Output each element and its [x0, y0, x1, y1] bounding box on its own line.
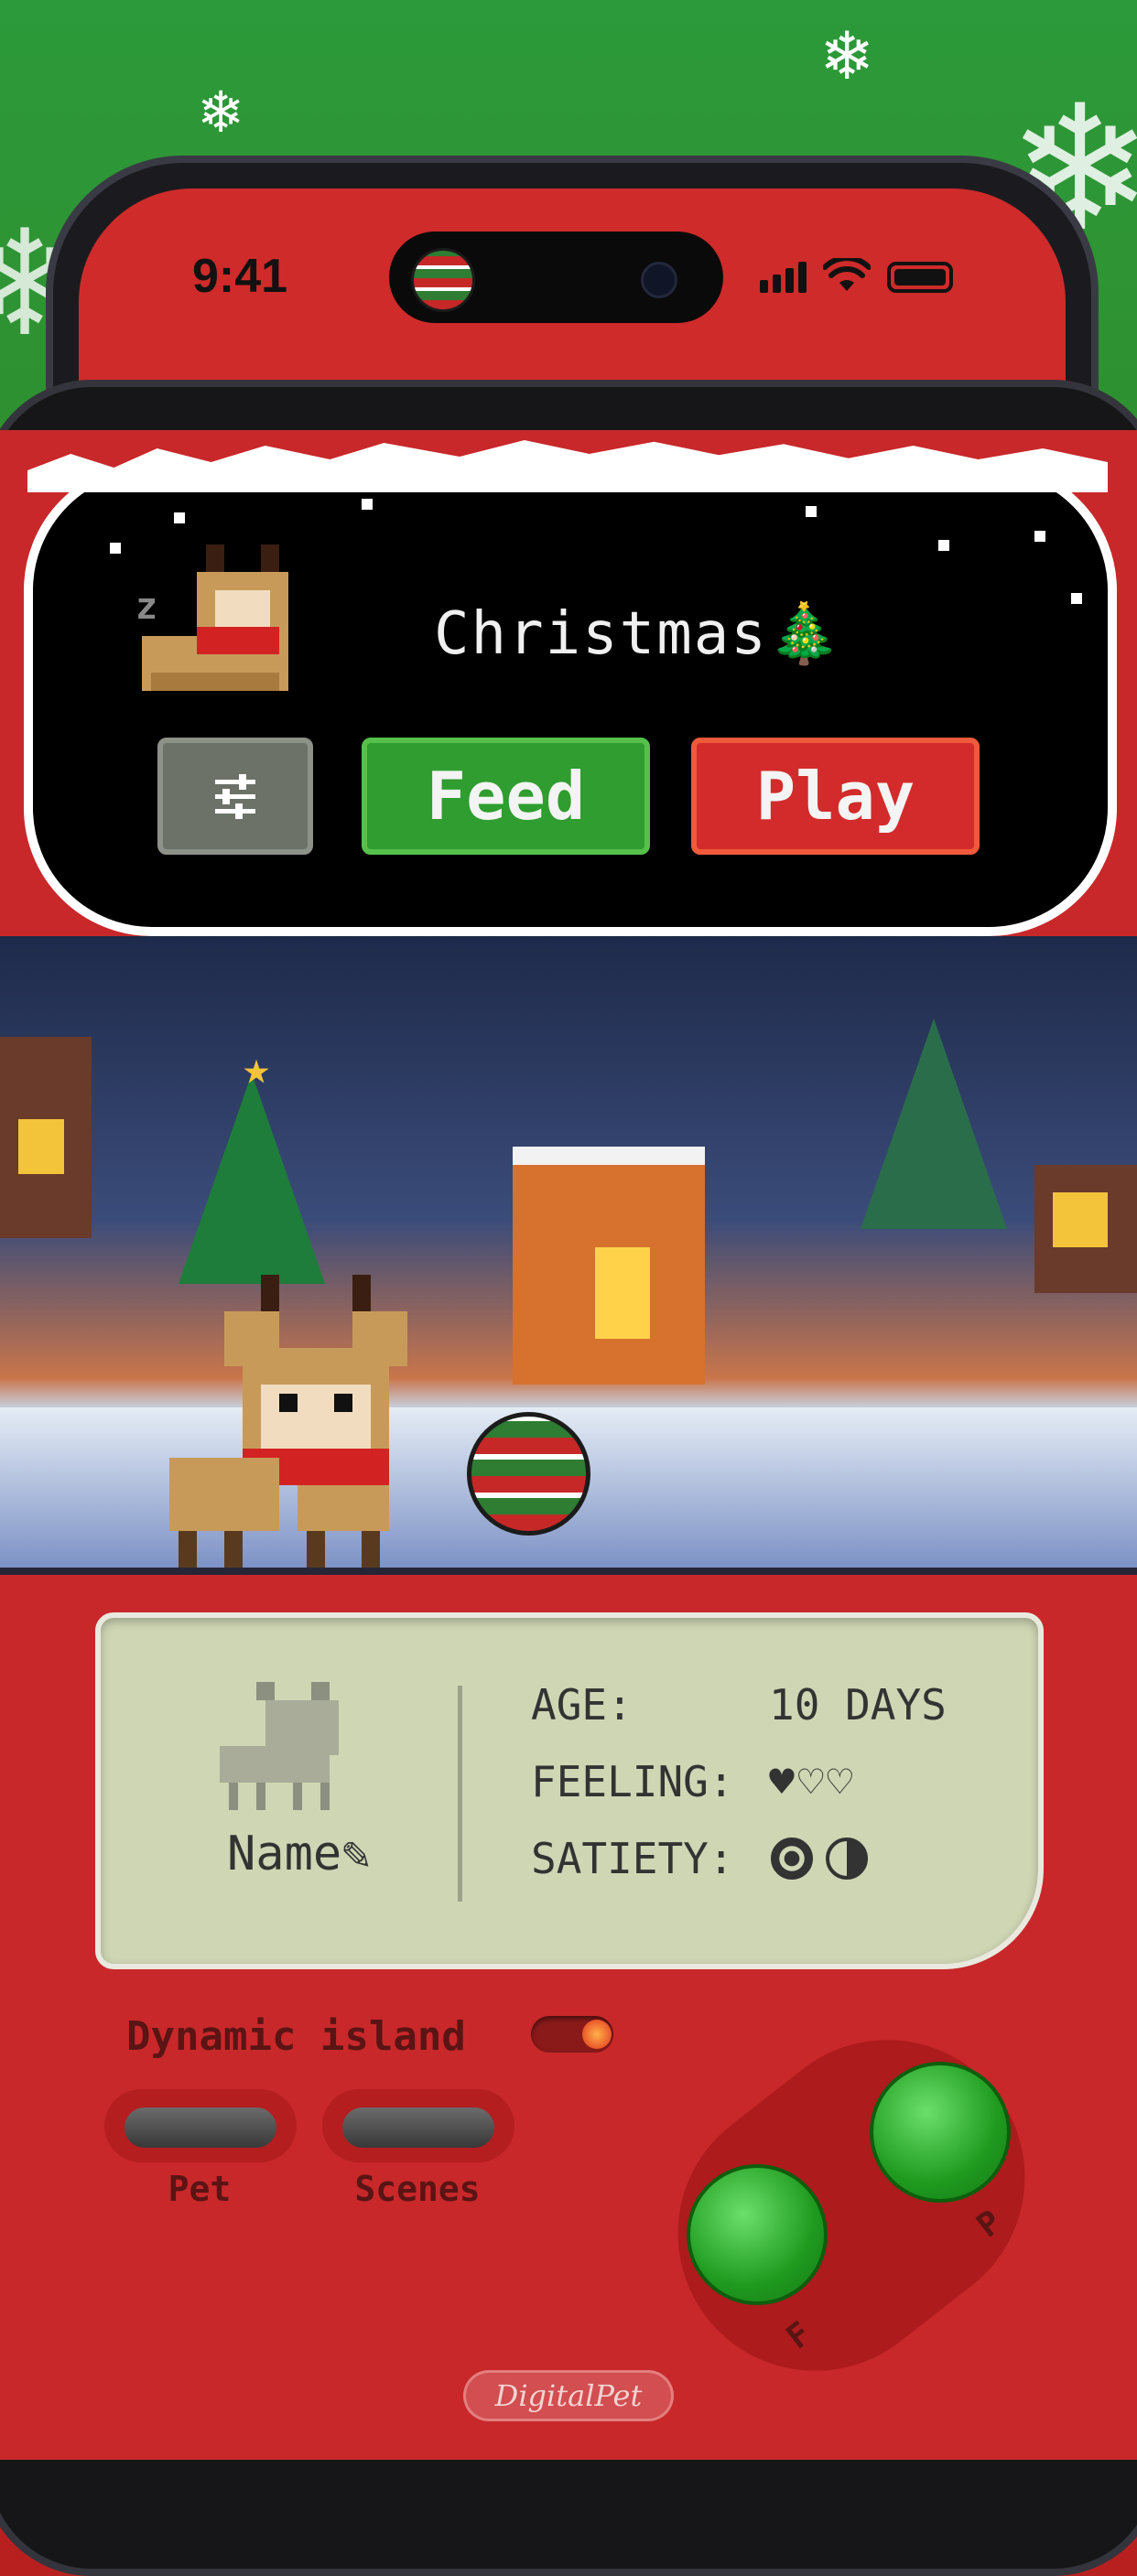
toggle-knob — [582, 2020, 612, 2049]
feed-button[interactable]: Feed — [362, 738, 650, 855]
brand-logo: DigitalPet — [463, 2370, 674, 2421]
dynamic-island-compact[interactable] — [389, 232, 723, 323]
play-round-button[interactable] — [870, 2062, 1011, 2203]
settings-button[interactable] — [157, 738, 313, 855]
age-label: AGE: — [531, 1680, 633, 1730]
pet-scene-title: Christmas🎄 — [434, 600, 843, 668]
pet-name[interactable]: Name✎ — [227, 1827, 371, 1881]
pet-button-label: Pet — [168, 2169, 232, 2209]
status-time: 9:41 — [192, 250, 288, 303]
settings-sliders-icon — [215, 774, 255, 819]
reindeer-pet-sleeping — [142, 544, 288, 691]
scenes-button-wrap — [322, 2089, 514, 2162]
age-value: 10 DAYS — [769, 1680, 947, 1730]
right-house-window — [1053, 1192, 1108, 1247]
dynamic-island-toggle-label: Dynamic island — [126, 2013, 466, 2060]
snowflake-icon: ❄ — [819, 17, 875, 94]
reindeer-outline-icon — [220, 1682, 339, 1810]
camera-icon — [641, 262, 677, 298]
divider — [458, 1686, 462, 1902]
christmas-ornament-ball — [467, 1412, 590, 1536]
battery-icon — [887, 262, 953, 293]
cottage-window — [595, 1247, 650, 1339]
signal-icon — [760, 262, 807, 293]
left-house-window — [18, 1119, 64, 1174]
scenes-button[interactable] — [342, 2107, 494, 2148]
satiety-indicator — [771, 1838, 868, 1880]
scenes-button-label: Scenes — [354, 2169, 481, 2209]
christmas-scene: ★ — [0, 936, 1137, 1575]
feeling-label: FEELING: — [531, 1757, 734, 1806]
satiety-label: SATIETY: — [531, 1834, 734, 1883]
wifi-icon — [823, 258, 871, 291]
reindeer-pet — [169, 1275, 407, 1568]
dynamic-island-toggle[interactable] — [531, 2016, 613, 2053]
christmas-tree — [179, 1073, 325, 1284]
pencil-icon[interactable]: ✎ — [341, 1827, 370, 1881]
star-icon: ★ — [243, 1041, 271, 1094]
pet-button[interactable] — [125, 2107, 276, 2148]
pet-stats-screen: Name✎ AGE: 10 DAYS FEELING: ♥♡♡ SATIETY: — [95, 1612, 1044, 1969]
status-icons — [760, 258, 953, 293]
snowflake-icon: ❄ — [197, 79, 244, 146]
pine-tree — [861, 1019, 1007, 1229]
christmas-ornament-icon — [411, 248, 475, 312]
pet-button-wrap — [104, 2089, 297, 2162]
feeling-hearts: ♥♡♡ — [769, 1757, 857, 1806]
satiety-full-icon — [771, 1838, 813, 1880]
satiety-half-icon — [826, 1838, 868, 1880]
play-button[interactable]: Play — [691, 738, 980, 855]
feed-round-button[interactable] — [687, 2164, 828, 2305]
